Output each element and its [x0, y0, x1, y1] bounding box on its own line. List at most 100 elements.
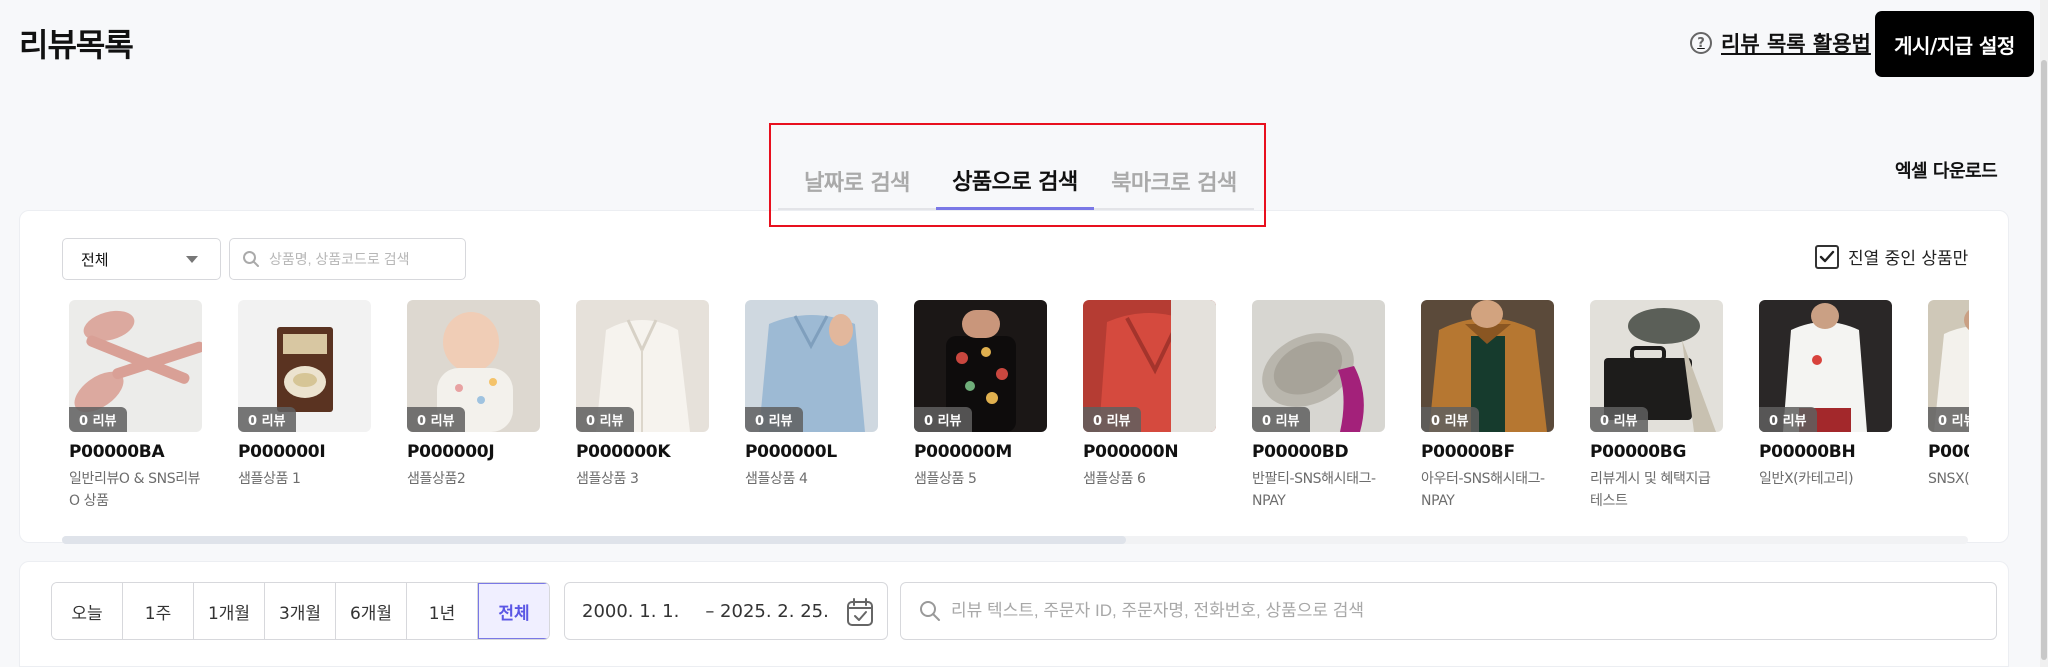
- review-count-badge: 0 리뷰: [914, 407, 972, 432]
- product-search-field[interactable]: [229, 238, 466, 280]
- product-code: P000000K: [576, 442, 671, 462]
- product-search-input[interactable]: [269, 251, 449, 267]
- product-code: P000000J: [407, 442, 495, 462]
- product-thumbnail: 0 리뷰: [1083, 300, 1216, 432]
- product-thumbnail: 0 리뷰: [745, 300, 878, 432]
- review-count-badge: 0 리뷰: [1083, 407, 1141, 432]
- product-code: P000000L: [745, 442, 837, 462]
- product-name: 샘플상품 3: [576, 471, 639, 487]
- product-code: P000000N: [1083, 442, 1179, 462]
- product-card[interactable]: 0 리뷰 P00000BG 리뷰게시 및 혜택지급 테스트: [1590, 300, 1723, 512]
- review-count-badge: 0 리뷰: [576, 407, 634, 432]
- review-search-field[interactable]: [900, 582, 1997, 640]
- period-6-months-button[interactable]: 6개월: [336, 583, 407, 639]
- product-code: P00000BF: [1421, 442, 1515, 462]
- review-count-badge: 0 리뷰: [1759, 407, 1817, 432]
- period-1-week-button[interactable]: 1주: [123, 583, 194, 639]
- product-code: P00000BA: [69, 442, 165, 462]
- product-thumbnail: 0 리뷰: [1928, 300, 1969, 432]
- product-thumbnail: 0 리뷰: [1759, 300, 1892, 432]
- period-3-months-button[interactable]: 3개월: [265, 583, 336, 639]
- product-card[interactable]: 0 리뷰 P00000BD 반팔티-SNS해시태그-NPAY: [1252, 300, 1385, 512]
- displayed-products-checkbox[interactable]: [1815, 244, 1839, 269]
- post-reward-settings-button[interactable]: 게시/지급 설정: [1875, 11, 2034, 77]
- review-count-badge: 0 리뷰: [1928, 407, 1969, 432]
- product-card[interactable]: 0 리뷰 P000000N 샘플상품 6: [1083, 300, 1216, 490]
- review-filter-panel: 오늘 1주 1개월 3개월 6개월 1년 전체 2000. 1. 1. – 20…: [19, 561, 2009, 667]
- calendar-icon[interactable]: [846, 597, 874, 627]
- product-carousel-scrollbar[interactable]: [62, 536, 1968, 544]
- date-end: – 2025. 2. 25.: [705, 600, 829, 622]
- tab-search-by-product[interactable]: 상품으로 검색: [936, 152, 1094, 210]
- product-name: 반팔티-SNS해시태그-NPAY: [1252, 471, 1376, 509]
- product-card[interactable]: 0 리뷰 P000000K 샘플상품 3: [576, 300, 709, 490]
- review-count-badge: 0 리뷰: [1590, 407, 1648, 432]
- product-carousel: 0 리뷰 P00000BA 일반리뷰O & SNS리뷰O 상품 0 리뷰 P00…: [69, 300, 1969, 515]
- product-search-panel: 전체 진열 중인 상품만 0 리뷰 P00000BA 일반리뷰O & SNS리뷰…: [19, 210, 2009, 544]
- product-filter-value: 전체: [81, 250, 109, 269]
- product-name: 샘플상품2: [407, 471, 466, 487]
- product-code: P00000BH: [1759, 442, 1856, 462]
- page-title: 리뷰목록: [19, 26, 134, 64]
- product-name: 샘플상품 5: [914, 471, 977, 487]
- product-code: P000000I: [238, 442, 326, 462]
- product-code: P00000BG: [1590, 442, 1687, 462]
- help-icon: ?: [1690, 32, 1712, 54]
- product-card[interactable]: 0 리뷰 P00000BF 아우터-SNS해시태그-NPAY: [1421, 300, 1554, 512]
- tab-search-by-bookmark[interactable]: 북마크로 검색: [1094, 152, 1254, 210]
- product-name: SNSX(: [1928, 471, 1969, 487]
- excel-download-link[interactable]: 엑셀 다운로드: [1895, 157, 1998, 183]
- period-1-month-button[interactable]: 1개월: [194, 583, 265, 639]
- product-code: P000: [1928, 442, 1969, 462]
- product-card[interactable]: 0 리뷰 P00000BA 일반리뷰O & SNS리뷰O 상품: [69, 300, 202, 512]
- review-list-guide-link[interactable]: ? 리뷰 목록 활용법: [1690, 28, 1871, 58]
- product-card[interactable]: 0 리뷰 P000000I 샘플상품 1: [238, 300, 371, 490]
- product-thumbnail: 0 리뷰: [407, 300, 540, 432]
- product-filter-select[interactable]: 전체: [62, 238, 221, 280]
- product-card[interactable]: 0 리뷰 P000000J 샘플상품2: [407, 300, 540, 490]
- search-icon: [920, 601, 940, 621]
- guide-link-label: 리뷰 목록 활용법: [1721, 32, 1871, 56]
- product-code: P000000M: [914, 442, 1012, 462]
- review-count-badge: 0 리뷰: [69, 407, 127, 432]
- caret-down-icon: [186, 256, 198, 263]
- product-carousel-scroll-thumb[interactable]: [62, 536, 1126, 544]
- product-card[interactable]: 0 리뷰 P000000L 샘플상품 4: [745, 300, 878, 490]
- search-icon: [243, 251, 259, 267]
- page-header: 리뷰목록 ? 리뷰 목록 활용법 게시/지급 설정: [0, 0, 2048, 90]
- review-count-badge: 0 리뷰: [238, 407, 296, 432]
- date-start: 2000. 1. 1.: [582, 600, 680, 622]
- product-card[interactable]: 0 리뷰 P000000M 샘플상품 5: [914, 300, 1047, 490]
- product-name: 샘플상품 1: [238, 471, 301, 487]
- page-scrollbar-thumb[interactable]: [2041, 60, 2047, 660]
- date-range-picker[interactable]: 2000. 1. 1. – 2025. 2. 25.: [564, 582, 888, 640]
- review-count-badge: 0 리뷰: [407, 407, 465, 432]
- product-thumbnail: 0 리뷰: [238, 300, 371, 432]
- product-thumbnail: 0 리뷰: [1252, 300, 1385, 432]
- product-thumbnail: 0 리뷰: [1590, 300, 1723, 432]
- period-filter-group: 오늘 1주 1개월 3개월 6개월 1년 전체: [51, 582, 550, 640]
- review-count-badge: 0 리뷰: [745, 407, 803, 432]
- period-today-button[interactable]: 오늘: [52, 583, 123, 639]
- product-name: 아우터-SNS해시태그-NPAY: [1421, 471, 1545, 509]
- product-thumbnail: 0 리뷰: [1421, 300, 1554, 432]
- product-card[interactable]: 0 리뷰 P000 SNSX(: [1928, 300, 1969, 490]
- product-name: 샘플상품 4: [745, 471, 808, 487]
- tab-search-by-date[interactable]: 날짜로 검색: [778, 152, 936, 210]
- displayed-products-label: 진열 중인 상품만: [1848, 249, 1969, 269]
- review-search-input[interactable]: [951, 601, 1931, 621]
- search-mode-tabs: 날짜로 검색 상품으로 검색 북마크로 검색: [778, 152, 1254, 210]
- product-name: 일반X(카테고리): [1759, 471, 1854, 487]
- displayed-products-only-toggle[interactable]: 진열 중인 상품만: [1815, 244, 1968, 269]
- product-card[interactable]: 0 리뷰 P00000BH 일반X(카테고리): [1759, 300, 1892, 490]
- product-thumbnail: 0 리뷰: [69, 300, 202, 432]
- period-1-year-button[interactable]: 1년: [407, 583, 478, 639]
- product-name: 리뷰게시 및 혜택지급 테스트: [1590, 471, 1711, 509]
- review-count-badge: 0 리뷰: [1421, 407, 1479, 432]
- check-icon: [1819, 250, 1835, 262]
- product-code: P00000BD: [1252, 442, 1349, 462]
- period-all-button[interactable]: 전체: [478, 583, 549, 639]
- product-name: 샘플상품 6: [1083, 471, 1146, 487]
- product-thumbnail: 0 리뷰: [914, 300, 1047, 432]
- review-count-badge: 0 리뷰: [1252, 407, 1310, 432]
